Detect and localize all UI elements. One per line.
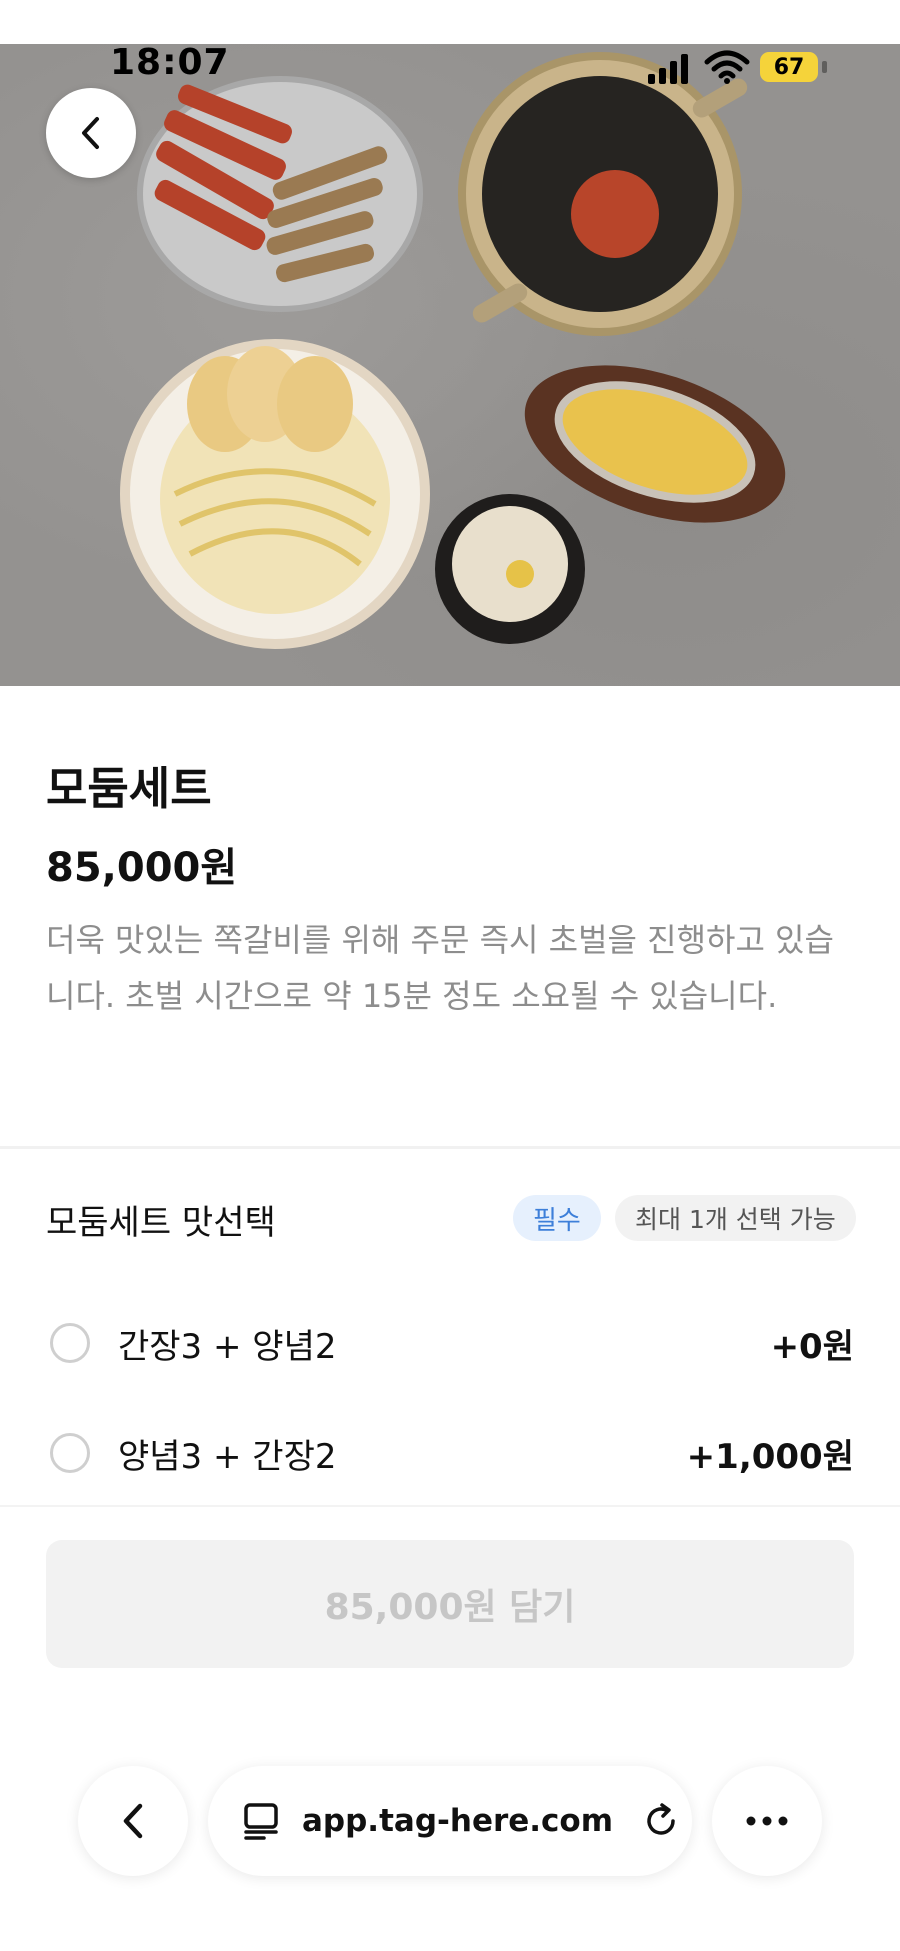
signal-icon: [648, 54, 688, 84]
address-bar[interactable]: app.tag-here.com: [208, 1766, 692, 1876]
option-group-title: 모둠세트 맛선택: [46, 1203, 276, 1243]
status-icons: 67: [640, 48, 830, 88]
add-to-cart-button[interactable]: 85,000원 담기: [46, 1540, 854, 1668]
browser-toolbar: app.tag-here.com: [0, 1740, 900, 1951]
browser-back-button[interactable]: [78, 1766, 188, 1876]
option-price: +0원: [770, 1326, 854, 1367]
required-badge: 필수: [513, 1195, 601, 1241]
product-name: 모둠세트: [46, 762, 212, 815]
more-button[interactable]: [712, 1766, 822, 1876]
more-icon: [746, 1816, 788, 1826]
reload-icon[interactable]: [641, 1801, 681, 1841]
radio-button[interactable]: [50, 1433, 90, 1473]
product-price: 85,000원: [46, 845, 238, 891]
section-divider: [0, 1146, 900, 1149]
product-description: 더욱 맛있는 쪽갈비를 위해 주문 즉시 초벌을 진행하고 있습니다. 초벌 시…: [46, 921, 834, 1015]
option-price: +1,000원: [686, 1436, 854, 1477]
status-time: 18:07: [110, 42, 230, 83]
battery-tip: [822, 61, 827, 73]
back-arrow-icon: [123, 1803, 143, 1839]
wifi-icon: [704, 50, 750, 84]
back-button[interactable]: [46, 88, 136, 178]
option-item[interactable]: 간장3 + 양념2 +0원: [46, 1313, 854, 1373]
status-bar: 18:07 67: [0, 0, 900, 100]
back-arrow-icon: [82, 117, 99, 149]
bottom-divider: [0, 1505, 900, 1507]
battery-icon: 67: [760, 52, 818, 82]
max-select-badge: 최대 1개 선택 가능: [615, 1195, 856, 1241]
option-label: 양념3 + 간장2: [118, 1436, 337, 1477]
radio-button[interactable]: [50, 1323, 90, 1363]
option-label: 간장3 + 양념2: [118, 1326, 337, 1367]
option-item[interactable]: 양념3 + 간장2 +1,000원: [46, 1423, 854, 1483]
url-text: app.tag-here.com: [302, 1803, 614, 1839]
reader-mode-icon[interactable]: [242, 1801, 282, 1841]
